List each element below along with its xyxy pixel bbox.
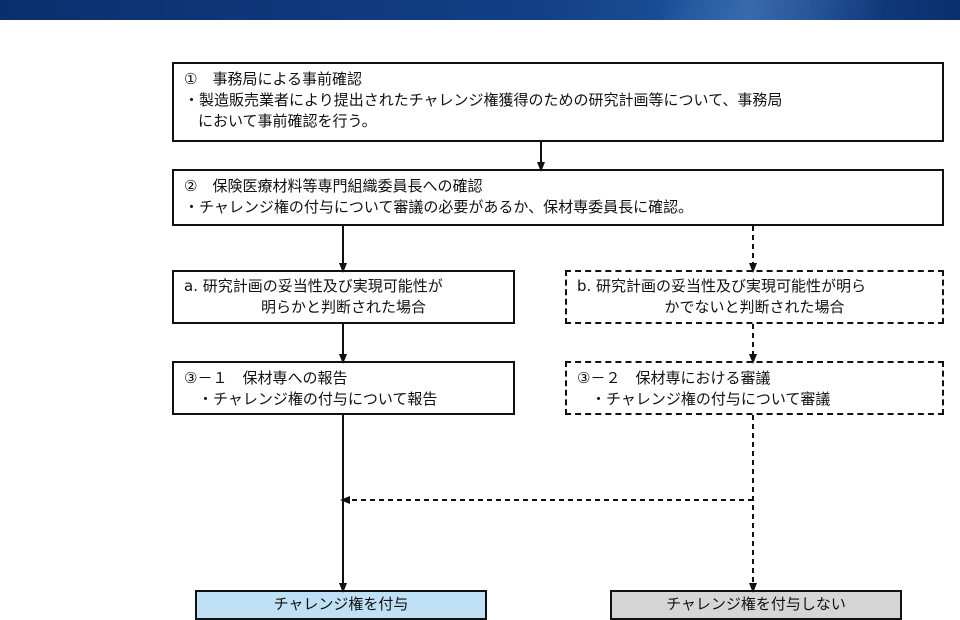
step-1-title: ① 事務局による事前確認 bbox=[184, 70, 362, 88]
banner-highlight bbox=[660, 0, 960, 20]
step-2-box: ② 保険医療材料等専門組織委員長への確認 ・チャレンジ権の付与について審議の必要… bbox=[172, 169, 944, 226]
step-3-2-box: ③－２ 保材専における審議 ・チャレンジ権の付与について審議 bbox=[565, 361, 944, 415]
branch-b-line-2: かでないと判断された場合 bbox=[664, 298, 845, 316]
result-deny-box: チャレンジ権を付与しない bbox=[610, 590, 902, 620]
branch-a-box: a. 研究計画の妥当性及び実現可能性が 明らかと判断された場合 bbox=[172, 270, 515, 324]
top-banner bbox=[0, 0, 960, 20]
branch-b-box: b. 研究計画の妥当性及び実現可能性が明ら かでないと判断された場合 bbox=[565, 270, 944, 324]
branch-a-line-1: a. 研究計画の妥当性及び実現可能性が bbox=[184, 277, 443, 295]
result-grant-box: チャレンジ権を付与 bbox=[195, 590, 487, 620]
result-grant-label: チャレンジ権を付与 bbox=[273, 595, 409, 613]
step-1-box: ① 事務局による事前確認 ・製造販売業者により提出されたチャレンジ権獲得のための… bbox=[172, 62, 944, 142]
step-3-1-title: ③－１ 保材専への報告 bbox=[184, 369, 348, 387]
branch-a-line-2: 明らかと判断された場合 bbox=[260, 298, 426, 316]
step-3-2-description: ・チャレンジ権の付与について審議 bbox=[591, 390, 831, 408]
step-1-description-line-2: において事前確認を行う。 bbox=[198, 112, 377, 130]
step-2-description: ・チャレンジ権の付与について審議の必要があるか、保材専委員長に確認。 bbox=[184, 198, 694, 216]
step-2-title: ② 保険医療材料等専門組織委員長への確認 bbox=[184, 177, 483, 195]
step-3-1-description: ・チャレンジ権の付与について報告 bbox=[198, 390, 438, 408]
result-deny-label: チャレンジ権を付与しない bbox=[666, 595, 846, 613]
branch-b-line-1: b. 研究計画の妥当性及び実現可能性が明ら bbox=[577, 277, 867, 295]
step-3-2-title: ③－２ 保材専における審議 bbox=[577, 369, 771, 387]
step-1-description-line-1: ・製造販売業者により提出されたチャレンジ権獲得のための研究計画等について、事務局 bbox=[184, 91, 783, 109]
step-3-1-box: ③－１ 保材専への報告 ・チャレンジ権の付与について報告 bbox=[172, 361, 515, 415]
